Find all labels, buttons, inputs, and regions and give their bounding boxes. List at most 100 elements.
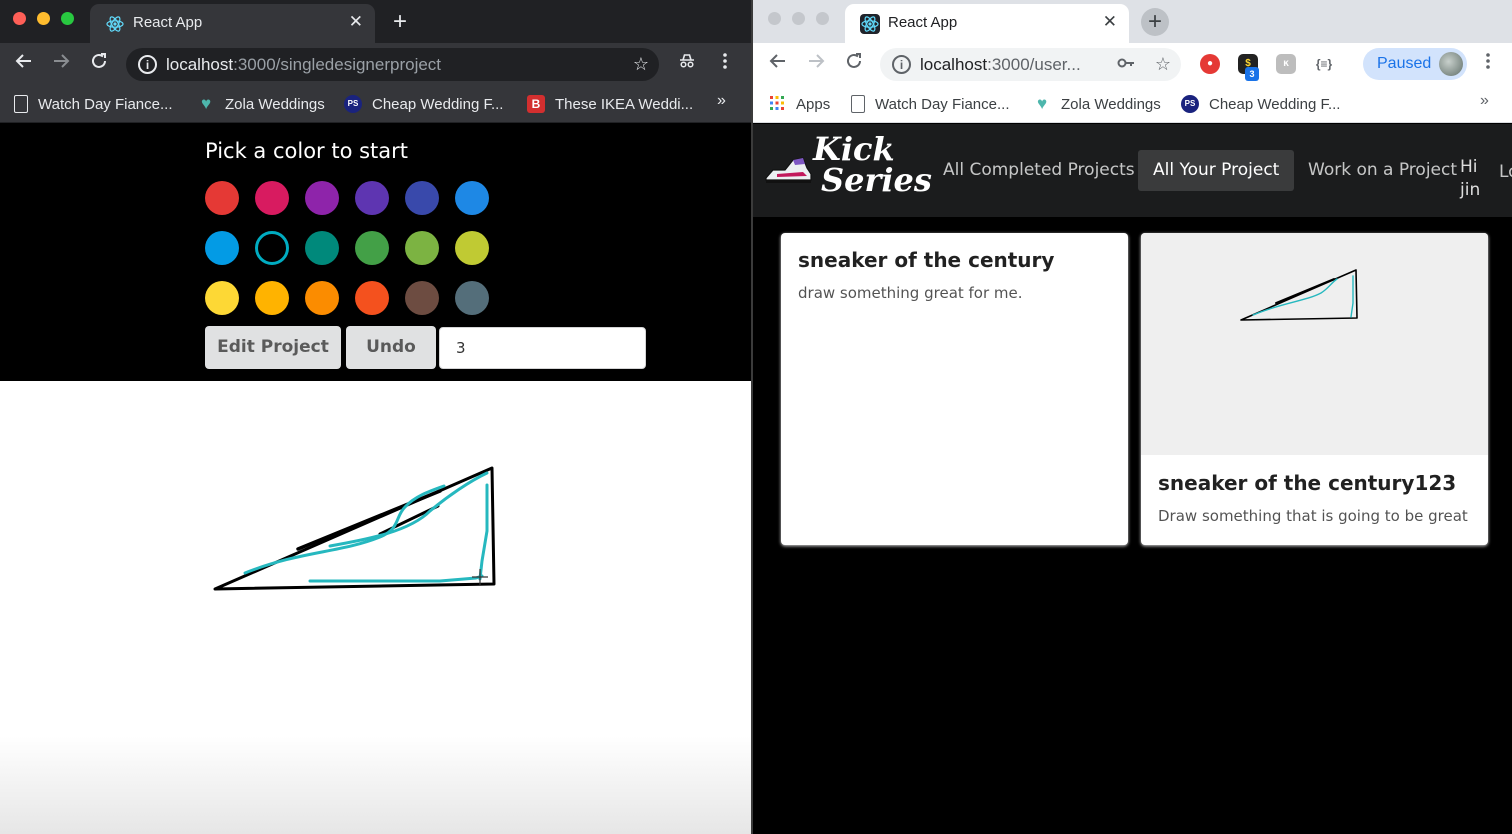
url-text: localhost:3000/singledesignerproject <box>166 55 442 74</box>
ps-icon: PS <box>1181 95 1199 113</box>
extension-badge: 3 <box>1245 67 1259 81</box>
nav-work-on-project[interactable]: Work on a Project <box>1293 150 1472 191</box>
bookmark-cheap-wedding[interactable]: PS Cheap Wedding F... <box>1181 93 1340 115</box>
minimize-window-button[interactable] <box>792 12 805 25</box>
back-icon[interactable] <box>11 51 37 77</box>
address-bar[interactable]: i localhost:3000/user... ☆ <box>880 48 1181 81</box>
tab-title: React App <box>133 14 203 31</box>
bookmark-cheap-wedding[interactable]: PS Cheap Wedding F... <box>344 93 503 115</box>
color-swatch[interactable] <box>255 231 289 265</box>
sneaker-drawing <box>213 466 496 591</box>
bookmark-zola[interactable]: ♥ Zola Weddings <box>1033 93 1161 115</box>
bookmark-watch-day[interactable]: Watch Day Fiance... <box>851 93 1010 115</box>
maximize-window-button[interactable] <box>61 12 74 25</box>
adblock-extension-icon[interactable]: ● <box>1200 54 1220 74</box>
star-icon[interactable]: ☆ <box>633 54 649 74</box>
close-tab-icon[interactable]: ✕ <box>1103 12 1117 32</box>
menu-icon[interactable] <box>712 51 738 77</box>
nav-all-your-project[interactable]: All Your Project <box>1138 150 1295 191</box>
bookmarks-bar: Apps Watch Day Fiance... ♥ Zola Weddings… <box>753 85 1512 123</box>
color-swatch[interactable] <box>405 181 439 215</box>
zola-heart-icon: ♥ <box>200 94 212 113</box>
color-swatch[interactable] <box>255 181 289 215</box>
browser-toolbar: i localhost:3000/user... ☆ ● $ 3 ĸ {≡} P… <box>753 43 1512 85</box>
color-swatch[interactable] <box>305 181 339 215</box>
tab-react-app[interactable]: React App ✕ <box>845 4 1129 43</box>
incognito-icon[interactable] <box>674 51 700 77</box>
new-tab-button[interactable]: + <box>386 8 414 36</box>
project-card[interactable]: sneaker of the century123 Draw something… <box>1141 233 1488 545</box>
zola-heart-icon: ♥ <box>1036 94 1048 113</box>
color-swatch[interactable] <box>355 231 389 265</box>
profile-paused-button[interactable]: Paused <box>1363 48 1467 80</box>
tab-react-app[interactable]: React App ✕ <box>90 4 375 43</box>
new-tab-button[interactable]: + <box>1141 8 1169 36</box>
avatar <box>1439 52 1463 76</box>
ps-icon: PS <box>344 95 362 113</box>
bookmarks-bar: Watch Day Fiance... ♥ Zola Weddings PS C… <box>0 85 751 123</box>
user-greeting: Hi jin <box>1460 157 1481 200</box>
stroke-width-input[interactable] <box>439 327 646 369</box>
forward-icon[interactable] <box>803 51 829 77</box>
color-swatch[interactable] <box>355 281 389 315</box>
address-bar[interactable]: i localhost:3000/singledesignerproject ☆ <box>126 48 659 81</box>
close-window-button[interactable] <box>768 12 781 25</box>
card-description: draw something great for me. <box>798 284 1023 302</box>
nav-all-completed-projects[interactable]: All Completed Projects <box>928 150 1150 191</box>
card-title: sneaker of the century <box>798 248 1055 272</box>
color-swatch[interactable] <box>405 281 439 315</box>
logo-wordmark: Kick Series <box>813 130 932 199</box>
browser-toolbar: i localhost:3000/singledesignerproject ☆ <box>0 43 751 85</box>
sneaker-logo-icon <box>765 157 812 183</box>
color-swatch[interactable] <box>355 181 389 215</box>
minimize-window-button[interactable] <box>37 12 50 25</box>
project-card[interactable]: sneaker of the century draw something gr… <box>781 233 1128 545</box>
color-swatch[interactable] <box>405 231 439 265</box>
info-icon[interactable]: i <box>138 55 157 74</box>
apps-grid-icon <box>768 95 786 113</box>
bookmark-ikea[interactable]: B These IKEA Weddi... <box>527 93 693 115</box>
bookmarks-overflow-icon[interactable]: » <box>1480 92 1489 110</box>
drawing-canvas[interactable] <box>0 381 751 834</box>
color-swatch[interactable] <box>205 231 239 265</box>
color-swatch[interactable] <box>305 231 339 265</box>
paused-label: Paused <box>1377 55 1432 72</box>
card-title: sneaker of the century123 <box>1158 471 1457 495</box>
app-navbar: Kick Series All Completed Projects All Y… <box>753 124 1512 217</box>
info-icon[interactable]: i <box>892 55 911 74</box>
right-browser-window: React App ✕ + i localhost:3000/user... ☆… <box>753 0 1512 834</box>
page-icon <box>851 95 865 113</box>
close-window-button[interactable] <box>13 12 26 25</box>
star-icon[interactable]: ☆ <box>1155 54 1171 74</box>
pick-color-heading: Pick a color to start <box>205 139 409 163</box>
bookmark-watch-day[interactable]: Watch Day Fiance... <box>14 93 173 115</box>
left-browser-window: React App ✕ + i localhost:3000/singledes… <box>0 0 751 834</box>
kick-series-logo[interactable]: Kick Series <box>763 133 932 209</box>
close-tab-icon[interactable]: ✕ <box>349 12 363 32</box>
menu-icon[interactable] <box>1475 51 1501 77</box>
page-icon <box>14 95 28 113</box>
tab-strip: React App ✕ + <box>753 0 1512 43</box>
color-swatch[interactable] <box>305 281 339 315</box>
logout-link[interactable]: Lo <box>1499 162 1512 182</box>
bookmarks-overflow-icon[interactable]: » <box>717 92 726 110</box>
bookmark-zola[interactable]: ♥ Zola Weddings <box>197 93 325 115</box>
key-extension-icon[interactable]: ĸ <box>1276 54 1296 74</box>
edit-project-button[interactable]: Edit Project <box>205 326 341 369</box>
reload-icon[interactable] <box>86 51 112 77</box>
json-extension-icon[interactable]: {≡} <box>1314 54 1334 74</box>
undo-button[interactable]: Undo <box>346 326 436 369</box>
back-icon[interactable] <box>765 51 791 77</box>
color-swatch[interactable] <box>205 281 239 315</box>
reload-icon[interactable] <box>841 51 867 77</box>
forward-icon[interactable] <box>48 51 74 77</box>
color-swatch[interactable] <box>205 181 239 215</box>
key-icon[interactable] <box>1117 54 1135 76</box>
b-icon: B <box>527 95 545 113</box>
color-swatch[interactable] <box>455 181 489 215</box>
color-swatch[interactable] <box>255 281 289 315</box>
color-swatch[interactable] <box>455 231 489 265</box>
color-swatch[interactable] <box>455 281 489 315</box>
maximize-window-button[interactable] <box>816 12 829 25</box>
bookmark-apps[interactable]: Apps <box>768 93 830 115</box>
